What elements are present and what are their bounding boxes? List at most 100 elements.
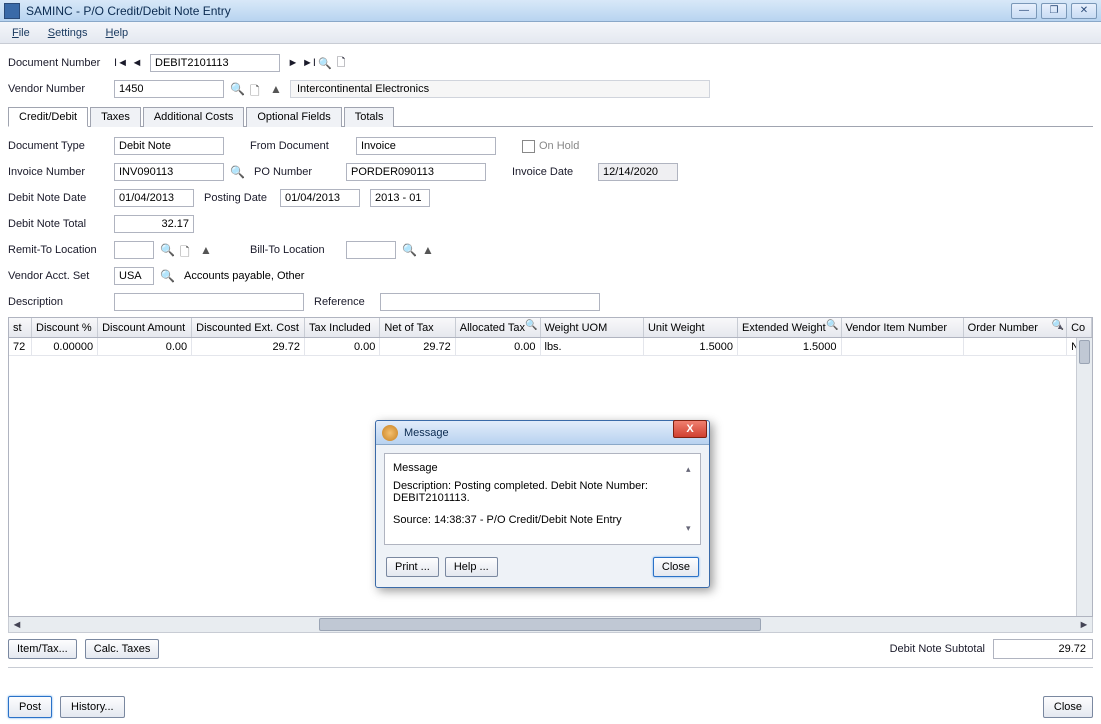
finder-icon[interactable]: 🔍 (318, 56, 332, 70)
column-header[interactable]: Vendor Item Number (842, 318, 964, 337)
table-row[interactable]: 720.000000.0029.720.0029.720.00lbs.1.500… (9, 338, 1092, 356)
history-button[interactable]: History... (60, 696, 125, 718)
column-header[interactable]: Weight UOM (541, 318, 644, 337)
vendor-new-icon[interactable]: 🗋 (250, 82, 264, 96)
calc-taxes-button[interactable]: Calc. Taxes (85, 639, 160, 659)
menu-help[interactable]: Help (98, 25, 137, 41)
post-button[interactable]: Post (8, 696, 52, 718)
acct-set-finder-icon[interactable]: 🔍 (160, 269, 174, 283)
invoice-date-display: 12/14/2020 (598, 163, 678, 181)
column-finder-icon[interactable]: 🔍 (525, 320, 537, 331)
remit-to-input[interactable] (114, 241, 154, 259)
scroll-track[interactable] (25, 617, 1076, 632)
nav-last-icon[interactable]: ►І (302, 56, 316, 70)
vendor-number-value: 1450 (119, 83, 143, 95)
item-tax-button[interactable]: Item/Tax... (8, 639, 77, 659)
document-type-select[interactable]: Debit Note (114, 137, 224, 155)
scroll-right-icon[interactable]: ► (1076, 618, 1092, 632)
grid-cell[interactable]: 29.72 (192, 338, 305, 355)
posting-date-input[interactable]: 01/04/2013 (280, 189, 360, 207)
dialog-close-button[interactable]: Close (653, 557, 699, 577)
fiscal-period-input[interactable]: 2013 - 01 (370, 189, 430, 207)
scroll-down-icon[interactable]: ▾ (686, 523, 691, 534)
window-close-button[interactable]: ✕ (1071, 3, 1097, 19)
debit-note-date-label: Debit Note Date (8, 192, 108, 204)
invoice-number-input[interactable]: INV090113 (114, 163, 224, 181)
po-number-input[interactable]: PORDER090113 (346, 163, 486, 181)
tab-additional-costs[interactable]: Additional Costs (143, 107, 245, 127)
grid-cell[interactable] (842, 338, 964, 355)
vendor-zoom-icon[interactable]: ▲ (270, 82, 284, 96)
dialog-scrollbar[interactable]: ▴ ▾ (686, 464, 696, 534)
vendor-finder-icon[interactable]: 🔍 (230, 82, 244, 96)
column-header[interactable]: Tax Included (305, 318, 380, 337)
debit-note-date-input[interactable]: 01/04/2013 (114, 189, 194, 207)
remit-finder-icon[interactable]: 🔍 (160, 243, 174, 257)
debit-note-total-input[interactable]: 32.17 (114, 215, 194, 233)
grid-cell[interactable]: 0.00 (456, 338, 541, 355)
tab-taxes[interactable]: Taxes (90, 107, 141, 127)
grid-cell[interactable]: 72 (9, 338, 32, 355)
column-header[interactable]: Allocated Tax🔍 (456, 318, 541, 337)
grid-vscrollbar[interactable] (1076, 338, 1092, 616)
grid-hscrollbar[interactable]: ◄ ► (8, 617, 1093, 633)
nav-next-icon[interactable]: ► (286, 56, 300, 70)
tab-totals[interactable]: Totals (344, 107, 395, 127)
nav-prev-icon[interactable]: ◄ (130, 56, 144, 70)
column-header[interactable]: Unit Weight (644, 318, 738, 337)
vendor-acct-set-input[interactable]: USA (114, 267, 154, 285)
column-header[interactable]: st (9, 318, 32, 337)
sort-asc-icon[interactable]: ▲ (1056, 322, 1064, 331)
column-header[interactable]: Discounted Ext. Cost (192, 318, 305, 337)
close-button[interactable]: Close (1043, 696, 1093, 718)
remit-zoom-icon[interactable]: ▲ (200, 243, 214, 257)
reference-input[interactable] (380, 293, 600, 311)
from-document-select[interactable]: Invoice (356, 137, 496, 155)
column-header[interactable]: Net of Tax (380, 318, 455, 337)
remit-new-icon[interactable]: 🗋 (180, 243, 194, 257)
post-label: Post (19, 701, 41, 713)
menu-settings[interactable]: Settings (40, 25, 96, 41)
bill-finder-icon[interactable]: 🔍 (402, 243, 416, 257)
grid-cell[interactable]: 1.5000 (738, 338, 841, 355)
description-input[interactable] (114, 293, 304, 311)
vendor-number-input[interactable]: 1450 (114, 80, 224, 98)
grid-cell[interactable]: lbs. (541, 338, 644, 355)
column-header[interactable]: Discount % (32, 318, 98, 337)
column-header[interactable]: Order Number🔍▲ (964, 318, 1067, 337)
subtotal-value: 29.72 (993, 639, 1093, 659)
grid-cell[interactable]: 0.00000 (32, 338, 98, 355)
invoice-finder-icon[interactable]: 🔍 (230, 165, 244, 179)
maximize-button[interactable]: ❐ (1041, 3, 1067, 19)
dialog-print-button[interactable]: Print ... (386, 557, 439, 577)
bill-to-input[interactable] (346, 241, 396, 259)
dialog-print-label: Print ... (395, 561, 430, 573)
grid-cell[interactable]: 1.5000 (644, 338, 738, 355)
vendor-acct-set-value: USA (119, 270, 142, 282)
scroll-thumb[interactable] (319, 618, 760, 631)
document-number-input[interactable]: DEBIT2101113 (150, 54, 280, 72)
column-finder-icon[interactable]: 🔍 (826, 320, 838, 331)
menu-file[interactable]: File (4, 25, 38, 41)
column-header[interactable]: Extended Weight🔍 (738, 318, 841, 337)
grid-cell[interactable]: 29.72 (380, 338, 455, 355)
dialog-close-x[interactable]: X (673, 420, 707, 438)
column-header[interactable]: Discount Amount (98, 318, 192, 337)
scroll-up-icon[interactable]: ▴ (686, 464, 691, 475)
grid-cell[interactable] (964, 338, 1067, 355)
new-icon[interactable]: 🗋 (334, 56, 348, 70)
nav-first-icon[interactable]: І◄ (114, 56, 128, 70)
grid-cell[interactable]: 0.00 (305, 338, 380, 355)
minimize-button[interactable]: — (1011, 3, 1037, 19)
dialog-description: Description: Posting completed. Debit No… (393, 480, 692, 504)
tab-optional-fields[interactable]: Optional Fields (246, 107, 341, 127)
bill-zoom-icon[interactable]: ▲ (422, 243, 436, 257)
dialog-help-button[interactable]: Help ... (445, 557, 498, 577)
tab-credit-debit[interactable]: Credit/Debit (8, 107, 88, 127)
grid-cell[interactable]: 0.00 (98, 338, 192, 355)
tab-taxes-label: Taxes (101, 111, 130, 123)
scroll-left-icon[interactable]: ◄ (9, 618, 25, 632)
on-hold-checkbox[interactable]: On Hold (522, 140, 579, 153)
column-header[interactable]: Co (1067, 318, 1092, 337)
scrollbar-thumb[interactable] (1079, 340, 1090, 364)
